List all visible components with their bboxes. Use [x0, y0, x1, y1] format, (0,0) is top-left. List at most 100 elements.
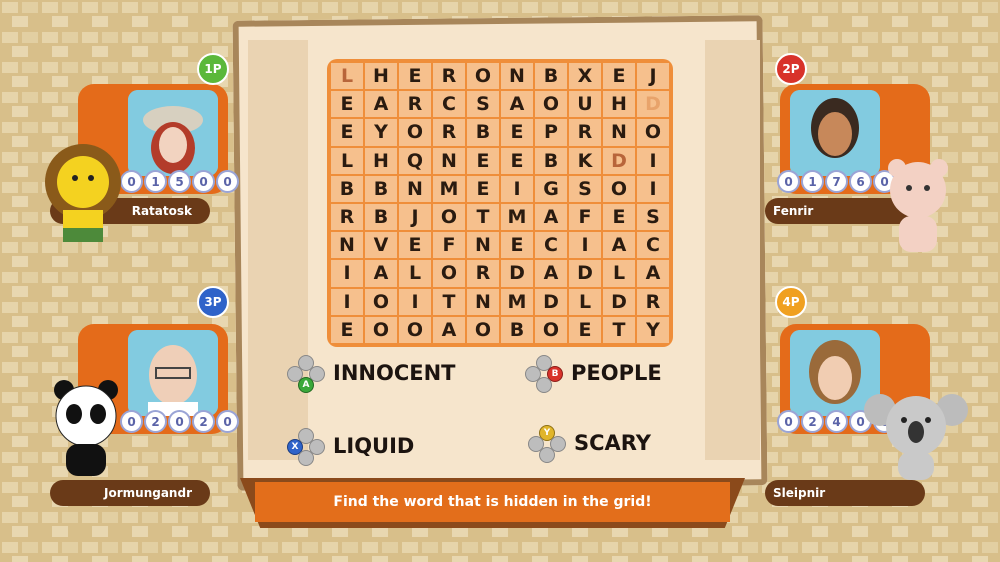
grid-letter[interactable]: E	[569, 316, 601, 343]
grid-letter[interactable]: O	[365, 316, 397, 343]
grid-letter[interactable]: A	[365, 260, 397, 287]
grid-letter[interactable]: N	[331, 232, 363, 259]
grid-letter[interactable]: L	[331, 147, 363, 174]
grid-letter[interactable]: B	[365, 175, 397, 202]
grid-letter[interactable]: E	[467, 147, 499, 174]
word-option-scary[interactable]: Y SCARY	[528, 425, 651, 463]
grid-letter[interactable]: N	[603, 119, 635, 146]
grid-letter[interactable]: C	[433, 91, 465, 118]
grid-letter[interactable]: O	[603, 175, 635, 202]
grid-letter[interactable]: C	[637, 232, 669, 259]
grid-letter[interactable]: T	[467, 204, 499, 231]
grid-letter[interactable]: I	[637, 147, 669, 174]
grid-letter[interactable]: E	[501, 147, 533, 174]
grid-letter[interactable]: H	[365, 63, 397, 90]
grid-letter[interactable]: F	[569, 204, 601, 231]
grid-letter[interactable]: A	[535, 260, 567, 287]
grid-letter[interactable]: G	[535, 175, 567, 202]
word-option-liquid[interactable]: X LIQUID	[287, 428, 414, 466]
grid-letter[interactable]: R	[433, 63, 465, 90]
grid-letter[interactable]: K	[569, 147, 601, 174]
grid-letter[interactable]: I	[331, 260, 363, 287]
grid-letter[interactable]: C	[535, 232, 567, 259]
grid-letter[interactable]: R	[637, 288, 669, 315]
grid-letter[interactable]: R	[331, 204, 363, 231]
grid-letter[interactable]: F	[433, 232, 465, 259]
grid-letter[interactable]: S	[569, 175, 601, 202]
grid-letter[interactable]: A	[501, 91, 533, 118]
grid-letter[interactable]: D	[603, 288, 635, 315]
grid-letter[interactable]: A	[603, 232, 635, 259]
grid-letter[interactable]: L	[399, 260, 431, 287]
grid-letter[interactable]: L	[603, 260, 635, 287]
grid-letter[interactable]: D	[569, 260, 601, 287]
grid-letter[interactable]: O	[467, 63, 499, 90]
grid-letter[interactable]: J	[637, 63, 669, 90]
grid-letter[interactable]: B	[365, 204, 397, 231]
grid-letter[interactable]: Q	[399, 147, 431, 174]
word-option-innocent[interactable]: A INNOCENT	[287, 355, 455, 393]
grid-letter[interactable]: I	[331, 288, 363, 315]
grid-letter[interactable]: N	[501, 63, 533, 90]
grid-letter[interactable]: T	[433, 288, 465, 315]
grid-letter[interactable]: M	[433, 175, 465, 202]
grid-letter[interactable]: L	[331, 63, 363, 90]
grid-letter[interactable]: N	[433, 147, 465, 174]
grid-letter[interactable]: R	[399, 91, 431, 118]
grid-letter[interactable]: E	[467, 175, 499, 202]
grid-letter[interactable]: B	[535, 63, 567, 90]
grid-letter[interactable]: I	[501, 175, 533, 202]
grid-letter[interactable]: H	[603, 91, 635, 118]
word-option-people[interactable]: B PEOPLE	[525, 355, 662, 393]
grid-letter[interactable]: L	[569, 288, 601, 315]
word-search-grid[interactable]: LHERONBXEJEARCSAOUHDEYORBEPRNOLHQNEEBKDI…	[327, 59, 673, 347]
grid-letter[interactable]: P	[535, 119, 567, 146]
grid-letter[interactable]: A	[535, 204, 567, 231]
grid-letter[interactable]: O	[535, 316, 567, 343]
grid-letter[interactable]: R	[433, 119, 465, 146]
grid-letter[interactable]: B	[331, 175, 363, 202]
grid-letter[interactable]: O	[467, 316, 499, 343]
grid-letter[interactable]: Y	[365, 119, 397, 146]
grid-letter[interactable]: B	[467, 119, 499, 146]
grid-letter[interactable]: O	[535, 91, 567, 118]
grid-letter[interactable]: B	[501, 316, 533, 343]
grid-letter[interactable]: E	[331, 91, 363, 118]
grid-letter[interactable]: I	[637, 175, 669, 202]
grid-letter[interactable]: O	[637, 119, 669, 146]
grid-letter[interactable]: E	[603, 204, 635, 231]
grid-letter[interactable]: N	[399, 175, 431, 202]
grid-letter[interactable]: J	[399, 204, 431, 231]
grid-letter[interactable]: S	[467, 91, 499, 118]
grid-letter[interactable]: N	[467, 232, 499, 259]
grid-letter[interactable]: E	[399, 232, 431, 259]
grid-letter[interactable]: H	[365, 147, 397, 174]
grid-letter[interactable]: S	[637, 204, 669, 231]
grid-letter[interactable]: O	[365, 288, 397, 315]
grid-letter[interactable]: D	[535, 288, 567, 315]
grid-letter[interactable]: O	[433, 260, 465, 287]
grid-letter[interactable]: V	[365, 232, 397, 259]
grid-letter[interactable]: D	[603, 147, 635, 174]
grid-letter[interactable]: Y	[637, 316, 669, 343]
grid-letter[interactable]: T	[603, 316, 635, 343]
grid-letter[interactable]: O	[399, 119, 431, 146]
grid-letter[interactable]: R	[569, 119, 601, 146]
grid-letter[interactable]: B	[535, 147, 567, 174]
grid-letter[interactable]: E	[603, 63, 635, 90]
grid-letter[interactable]: M	[501, 204, 533, 231]
grid-letter[interactable]: I	[569, 232, 601, 259]
grid-letter[interactable]: A	[637, 260, 669, 287]
grid-letter[interactable]: E	[331, 119, 363, 146]
grid-letter[interactable]: D	[637, 91, 669, 118]
grid-letter[interactable]: A	[365, 91, 397, 118]
grid-letter[interactable]: R	[467, 260, 499, 287]
grid-letter[interactable]: O	[399, 316, 431, 343]
grid-letter[interactable]: A	[433, 316, 465, 343]
grid-letter[interactable]: D	[501, 260, 533, 287]
grid-letter[interactable]: E	[501, 119, 533, 146]
grid-letter[interactable]: E	[501, 232, 533, 259]
grid-letter[interactable]: O	[433, 204, 465, 231]
grid-letter[interactable]: M	[501, 288, 533, 315]
grid-letter[interactable]: E	[331, 316, 363, 343]
